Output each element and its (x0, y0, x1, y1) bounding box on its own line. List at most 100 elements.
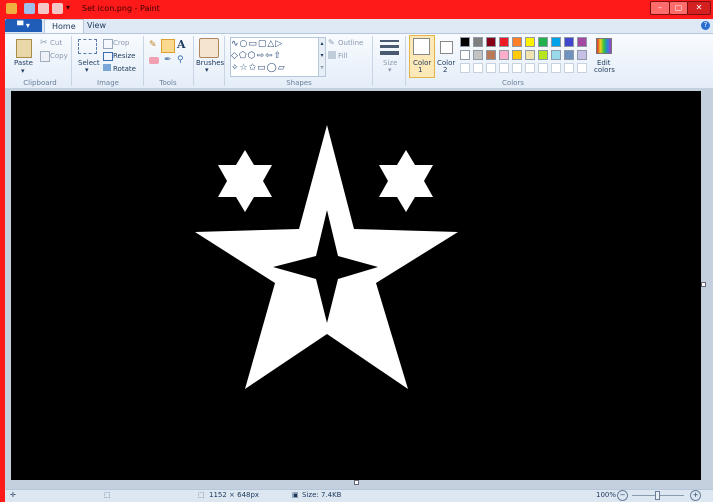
redo-icon[interactable] (52, 3, 63, 14)
text-tool-icon[interactable]: A (177, 39, 186, 51)
size-icon[interactable] (380, 40, 399, 42)
zoom-slider-thumb[interactable] (655, 491, 660, 500)
undo-icon[interactable] (38, 3, 49, 14)
color-picker-icon[interactable]: ✒ (164, 56, 172, 65)
zoom-out-button[interactable]: − (617, 490, 628, 501)
fill-button[interactable]: Fill (338, 52, 347, 60)
title-bar: ▾ Set icon.png - Paint – ▢ ✕ (0, 0, 713, 19)
custom-color-slot[interactable] (460, 63, 470, 73)
palette-swatch[interactable] (486, 37, 496, 47)
resize-icon[interactable] (103, 52, 113, 61)
tab-view[interactable]: View (80, 19, 113, 33)
cut-icon[interactable]: ✂ (40, 39, 49, 48)
copy-button[interactable]: Copy (50, 52, 68, 60)
resize-button[interactable]: Resize (113, 52, 135, 60)
brushes-dropdown-icon[interactable]: ▾ (205, 66, 209, 74)
custom-color-slot[interactable] (512, 63, 522, 73)
help-button[interactable]: ? (701, 21, 710, 30)
palette-swatch[interactable] (473, 50, 483, 60)
palette-swatch[interactable] (525, 50, 535, 60)
palette-swatch[interactable] (564, 37, 574, 47)
rotate-icon[interactable] (103, 64, 111, 71)
maximize-button[interactable]: ▢ (669, 1, 688, 15)
palette-swatch[interactable] (551, 50, 561, 60)
right-hexagram (379, 150, 433, 212)
zoom-level: 100% (596, 491, 617, 499)
ribbon-separator (372, 36, 373, 86)
save-icon[interactable] (24, 3, 35, 14)
outline-icon[interactable]: ✎ (328, 39, 336, 47)
canvas-resize-handle-bottom[interactable] (354, 480, 359, 485)
paste-label[interactable]: Paste (14, 59, 33, 67)
minimize-button[interactable]: – (650, 1, 670, 15)
custom-color-slot[interactable] (551, 63, 561, 73)
palette-swatch[interactable] (551, 37, 561, 47)
drawing-canvas[interactable] (11, 91, 701, 480)
fill-bucket-icon[interactable] (161, 39, 175, 53)
zoom-in-button[interactable]: + (690, 490, 701, 501)
cut-button[interactable]: Cut (50, 39, 62, 47)
custom-color-slot[interactable] (473, 63, 483, 73)
rotate-button[interactable]: Rotate (113, 65, 136, 73)
clipboard-group-label: Clipboard (23, 79, 57, 87)
edit-colors-button-line2[interactable]: colors (594, 66, 615, 74)
palette-swatch[interactable] (577, 50, 587, 60)
paint-app-icon[interactable] (6, 3, 17, 14)
palette-swatch[interactable] (538, 37, 548, 47)
custom-color-slot[interactable] (486, 63, 496, 73)
ribbon-separator (193, 36, 194, 86)
image-group-label: Image (97, 79, 119, 87)
custom-color-slot[interactable] (577, 63, 587, 73)
outline-button[interactable]: Outline (338, 39, 363, 47)
pencil-icon[interactable]: ✎ (149, 41, 158, 50)
color2-swatch[interactable] (440, 41, 453, 54)
palette-swatch[interactable] (538, 50, 548, 60)
shapes-group-label: Shapes (286, 79, 312, 87)
fill-icon[interactable] (328, 51, 336, 59)
file-menu-button[interactable]: ▀ ▾ (5, 19, 42, 32)
brushes-button[interactable]: Brushes (196, 59, 224, 67)
select-icon[interactable] (78, 39, 97, 54)
palette-swatch[interactable] (564, 50, 574, 60)
palette-swatch[interactable] (577, 37, 587, 47)
custom-color-slot[interactable] (564, 63, 574, 73)
custom-color-slot[interactable] (538, 63, 548, 73)
selection-size-icon: ⬚ (104, 491, 111, 499)
image-dimensions-icon: ⬚ (198, 491, 205, 499)
size-dropdown-icon[interactable]: ▾ (388, 66, 392, 74)
palette-swatch[interactable] (499, 50, 509, 60)
image-dimensions: 1152 × 648px (209, 491, 260, 499)
canvas-resize-handle-right[interactable] (701, 282, 706, 287)
custom-color-slot[interactable] (525, 63, 535, 73)
colors-group-label: Colors (502, 79, 524, 87)
edit-colors-icon[interactable] (596, 38, 612, 54)
shapes-gallery[interactable]: ∿○▭▢△▷ ◇⬠⬡⇨⇦⇧ ✧☆✩▭◯▱ (230, 37, 320, 77)
palette-swatch[interactable] (512, 37, 522, 47)
custom-color-slot[interactable] (499, 63, 509, 73)
crop-button[interactable]: Crop (113, 39, 129, 47)
palette-swatch[interactable] (499, 37, 509, 47)
palette-swatch[interactable] (473, 37, 483, 47)
palette-swatch[interactable] (460, 37, 470, 47)
close-button[interactable]: ✕ (687, 1, 711, 15)
shapes-scroll-icon[interactable]: ▴ ▾ ▿ (318, 37, 326, 77)
eraser-icon[interactable] (149, 57, 159, 64)
palette-swatch[interactable] (460, 50, 470, 60)
tab-home[interactable]: Home (44, 19, 84, 34)
select-dropdown-icon[interactable]: ▾ (85, 66, 89, 74)
ribbon-separator (405, 36, 406, 86)
palette-swatch[interactable] (486, 50, 496, 60)
crop-icon[interactable] (103, 39, 113, 49)
palette-swatch[interactable] (512, 50, 522, 60)
customize-quick-access-icon[interactable]: ▾ (66, 3, 73, 14)
window-title: Set icon.png - Paint (82, 4, 160, 13)
brushes-icon[interactable] (199, 38, 219, 58)
magnifier-icon[interactable]: ⚲ (177, 56, 186, 65)
color1-swatch (413, 38, 430, 55)
ribbon-separator (143, 36, 144, 86)
palette-swatch[interactable] (525, 37, 535, 47)
paste-dropdown-icon[interactable]: ▾ (21, 67, 25, 75)
copy-icon[interactable] (40, 51, 50, 62)
paste-icon[interactable] (16, 39, 32, 58)
color1-number: 1 (418, 66, 423, 74)
